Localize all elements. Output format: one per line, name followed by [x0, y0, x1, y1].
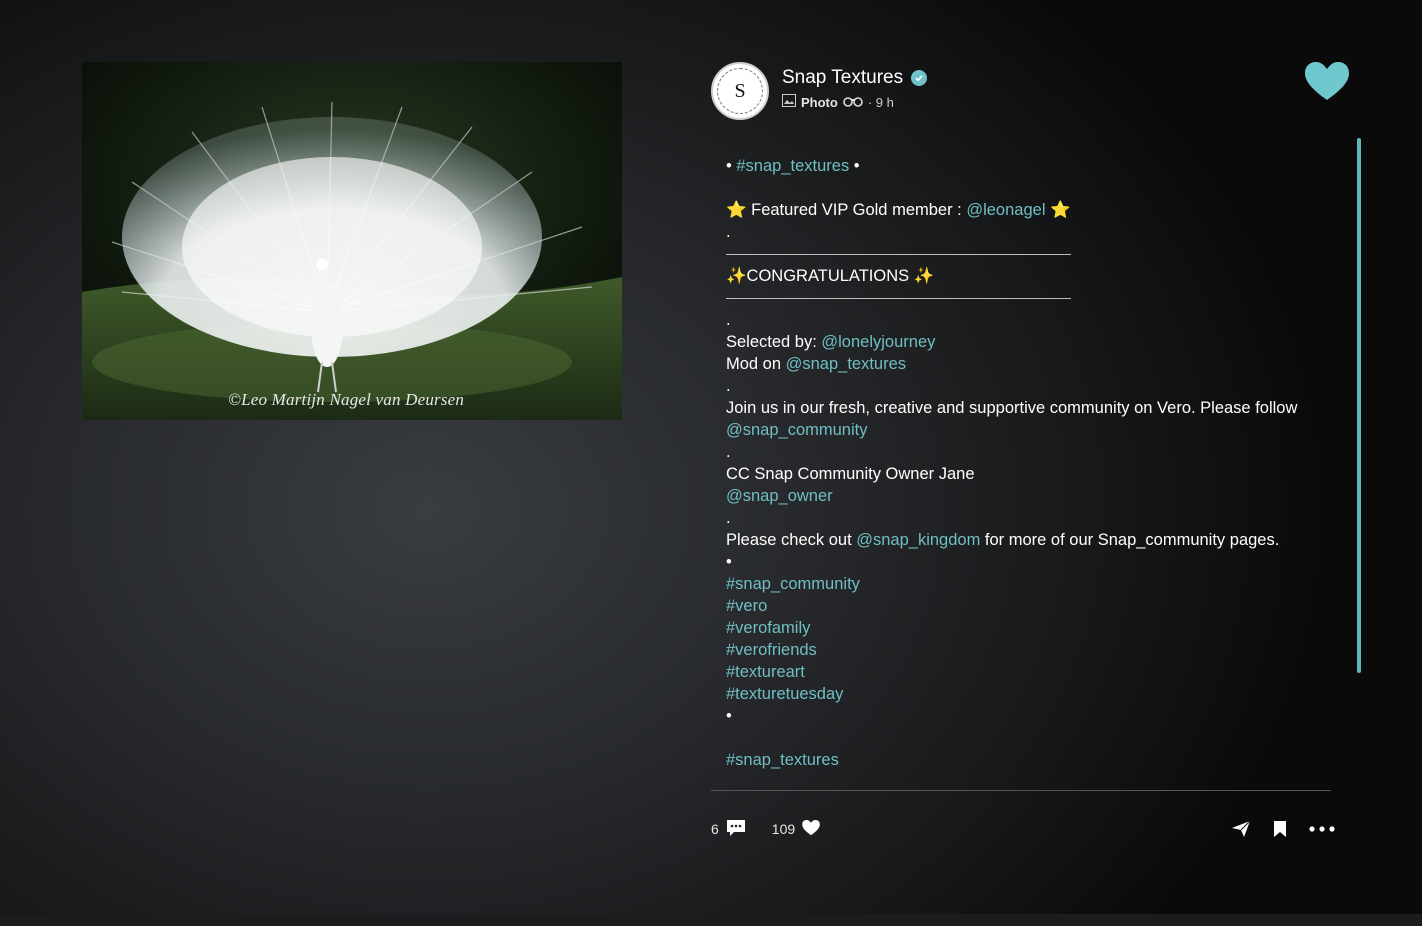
caption-line: CC Snap Community Owner Jane [726, 465, 975, 483]
likes-button[interactable]: 109 [771, 819, 820, 839]
photo-type-icon [782, 94, 796, 110]
hashtag-link[interactable]: #vero [726, 595, 1326, 617]
comment-icon [726, 819, 746, 840]
post-photo[interactable]: ©Leo Martijn Nagel van Deursen [82, 62, 622, 420]
post-header: S Snap Textures Photo · 9 h [711, 62, 1351, 122]
post-footer: 6 109 [711, 816, 1335, 842]
post-type: Photo [801, 94, 838, 110]
caption-line: Join us in our fresh, creative and suppo… [726, 399, 1298, 439]
mention-link[interactable]: @lonelyjourney [821, 333, 935, 351]
caption-line: . [726, 377, 731, 395]
divider [726, 287, 1071, 299]
heart-icon [1305, 62, 1349, 100]
share-button[interactable] [1231, 820, 1251, 838]
mention-link[interactable]: @snap_textures [786, 355, 906, 373]
author-name-row[interactable]: Snap Textures [782, 67, 928, 89]
divider [726, 243, 1071, 255]
caption-scrollbar[interactable] [1357, 138, 1361, 673]
like-heart-button[interactable] [1305, 62, 1349, 102]
caption-line: Mod on @snap_textures [726, 355, 907, 373]
caption-spacer [726, 177, 1326, 199]
like-count: 109 [771, 821, 796, 837]
caption-line: ⭐ Featured VIP Gold member : @leonagel ⭐ [726, 201, 1071, 219]
send-icon [1232, 820, 1251, 837]
caption-line: . [726, 223, 731, 241]
caption-line: Selected by: @lonelyjourney [726, 333, 936, 351]
hashtag-link[interactable]: #snap_textures [726, 749, 1326, 771]
hashtag-link[interactable]: #texturetuesday [726, 683, 1326, 705]
binoculars-icon [843, 95, 863, 110]
caption-line: • #snap_textures • [726, 157, 860, 175]
hashtag-link[interactable]: #verofriends [726, 639, 1326, 661]
heart-icon [802, 819, 820, 839]
mention-link[interactable]: @leonagel [966, 201, 1045, 219]
more-dots-icon [1309, 826, 1335, 832]
caption-line: Please check out @snap_kingdom for more … [726, 531, 1280, 549]
bookmark-icon [1274, 821, 1286, 837]
mention-link[interactable]: @snap_community [726, 421, 867, 439]
avatar[interactable]: S [711, 62, 769, 120]
hashtag-link[interactable]: #textureart [726, 661, 1326, 683]
author-name[interactable]: Snap Textures [782, 67, 903, 89]
verified-icon [911, 70, 928, 86]
hashtag-link[interactable]: #snap_community [726, 573, 1326, 595]
photo-credit: ©Leo Martijn Nagel van Deursen [228, 390, 465, 409]
comment-count: 6 [711, 821, 719, 837]
post-caption: • #snap_textures • ⭐ Featured VIP Gold m… [726, 155, 1326, 789]
caption-line: . [726, 509, 731, 527]
more-options-button[interactable] [1309, 826, 1335, 832]
hashtag-link[interactable]: #verofamily [726, 617, 1326, 639]
post-meta: Photo · 9 h [782, 94, 894, 110]
caption-line: • [726, 553, 732, 571]
mention-link[interactable]: @snap_owner [726, 487, 833, 505]
caption-line: ✨CONGRATULATIONS ✨ [726, 267, 935, 285]
comments-button[interactable]: 6 [711, 819, 746, 840]
caption-line: @snap_owner [726, 485, 1326, 507]
avatar-logo: S [717, 68, 763, 114]
peacock-image [82, 62, 622, 420]
post-time: · 9 h [867, 94, 894, 110]
post-actions [1231, 820, 1335, 838]
caption-spacer [726, 727, 1326, 749]
caption-line: . [726, 443, 731, 461]
divider [711, 790, 1331, 791]
caption-line: . [726, 311, 731, 329]
mention-link[interactable]: @snap_kingdom [856, 531, 980, 549]
caption-line: • [726, 707, 732, 725]
bottom-bar [0, 914, 1422, 926]
hashtag-link[interactable]: #snap_textures [736, 157, 849, 175]
bookmark-button[interactable] [1273, 820, 1287, 838]
